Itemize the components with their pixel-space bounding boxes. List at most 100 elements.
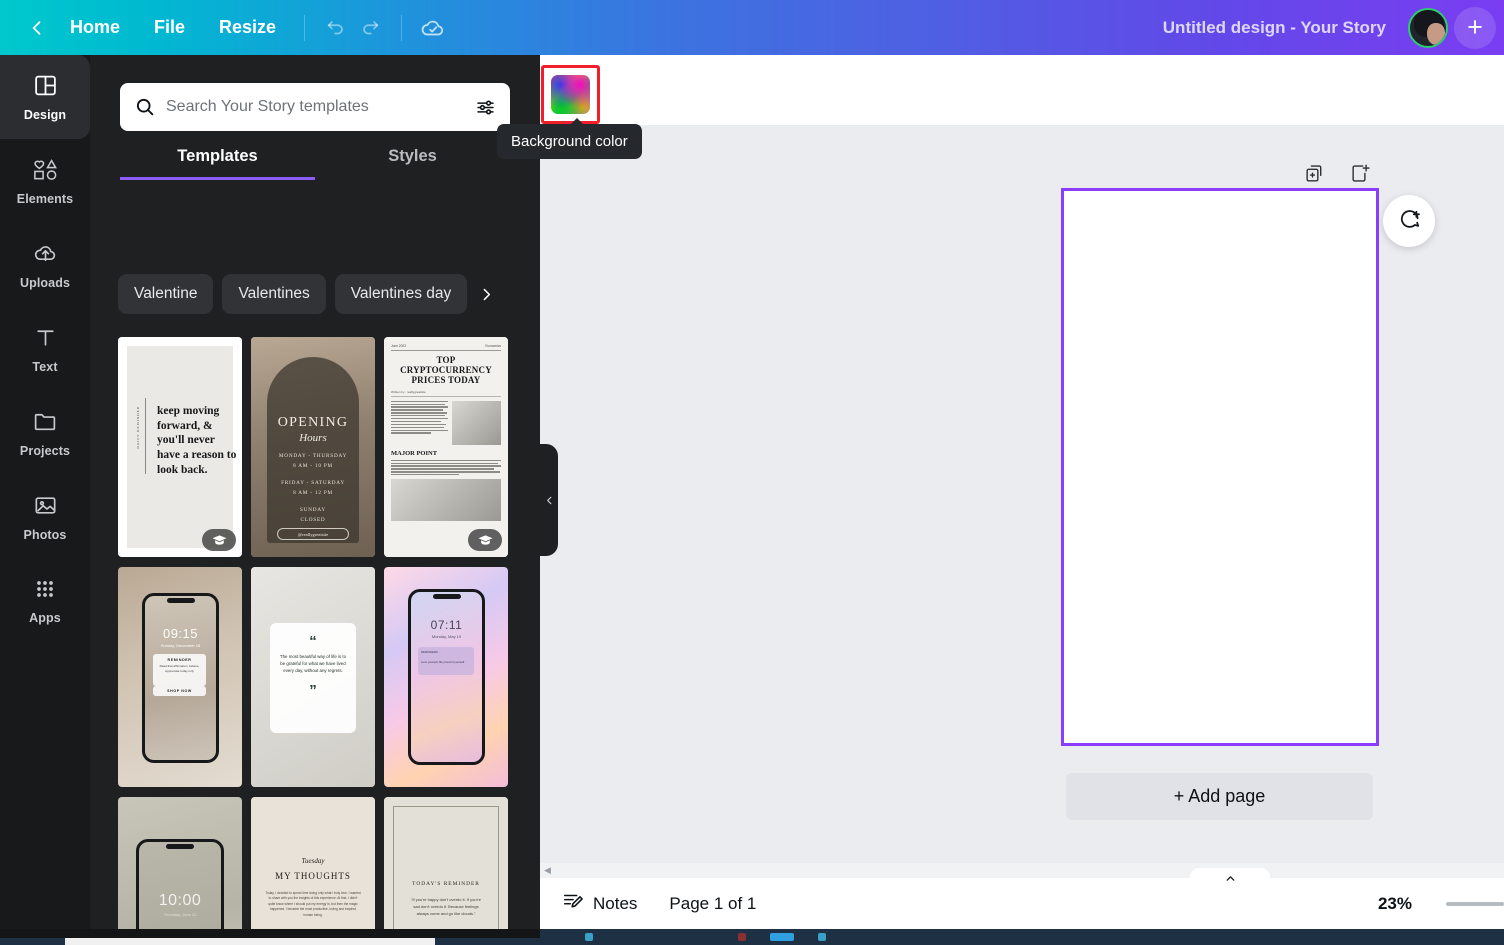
sidebar-item-design[interactable]: Design bbox=[0, 55, 90, 139]
design-title[interactable]: Untitled design - Your Story bbox=[1163, 18, 1386, 38]
sidebar-item-photos[interactable]: Photos bbox=[0, 475, 90, 559]
quote-mark-close: ” bbox=[309, 682, 317, 700]
toolbar-divider-1 bbox=[304, 14, 306, 41]
window-bottom-edge bbox=[0, 929, 540, 938]
template-card[interactable]: 07:11 Monday, May 19 REMINDERS Love your… bbox=[384, 567, 508, 787]
template-card[interactable]: June 2023 Economics TOP CRYPTOCURRENCY P… bbox=[384, 337, 508, 557]
template-image bbox=[391, 479, 501, 522]
page-indicator[interactable]: Page 1 of 1 bbox=[669, 894, 756, 914]
template-card-overlay: “ The most beautiful way of life is to b… bbox=[270, 623, 356, 733]
taskbar-icon[interactable] bbox=[738, 933, 746, 941]
template-card[interactable]: Tuesday MY THOUGHTS Today, I decided to … bbox=[251, 797, 375, 945]
template-date: Sunday, December 18 bbox=[160, 643, 201, 648]
search-icon bbox=[134, 96, 156, 118]
back-button[interactable] bbox=[24, 15, 50, 41]
add-comment-icon[interactable] bbox=[1383, 195, 1435, 247]
chip-valentines-day[interactable]: Valentines day bbox=[334, 274, 468, 314]
taskbar-icon[interactable] bbox=[585, 933, 593, 941]
template-title: MY THOUGHTS bbox=[275, 871, 351, 881]
template-card[interactable]: OPENING Hours MONDAY - THURSDAY 8 AM - 1… bbox=[251, 337, 375, 557]
template-time: 07:11 bbox=[430, 618, 463, 632]
template-section: MAJOR POINT bbox=[391, 449, 438, 457]
tab-templates[interactable]: Templates bbox=[120, 147, 315, 180]
sidebar-item-label: Design bbox=[23, 107, 67, 122]
panel-tabs: Templates Styles bbox=[120, 147, 510, 180]
add-page-icon[interactable] bbox=[1346, 159, 1374, 187]
photos-icon bbox=[33, 493, 58, 523]
duplicate-page-icon[interactable] bbox=[1300, 159, 1328, 187]
sidebar-item-label: Text bbox=[32, 359, 58, 374]
chip-valentines[interactable]: Valentines bbox=[222, 274, 326, 314]
sidebar-item-projects[interactable]: Projects bbox=[0, 391, 90, 475]
sidebar-item-label: Uploads bbox=[19, 275, 70, 290]
template-card[interactable]: 09:15 Sunday, December 18 REMINDER Read … bbox=[118, 567, 242, 787]
filter-sliders-icon[interactable] bbox=[468, 90, 502, 124]
avatar[interactable] bbox=[1408, 7, 1448, 48]
menu-home[interactable]: Home bbox=[56, 11, 134, 44]
template-handle: @reallygreatsite bbox=[277, 528, 349, 540]
template-body: “If you're happy don't overdo it. If you… bbox=[411, 897, 481, 916]
undo-icon[interactable] bbox=[319, 11, 353, 45]
search-input[interactable] bbox=[166, 98, 468, 116]
template-card[interactable]: TODAY'S REMINDER “If you're happy don't … bbox=[384, 797, 508, 945]
sidebar-item-text[interactable]: Text bbox=[0, 307, 90, 391]
template-notification: REMINDERS Love yourself, Be proud of you… bbox=[418, 647, 474, 675]
decor-notch bbox=[166, 844, 194, 849]
elements-icon bbox=[32, 157, 59, 187]
template-grid: DAILY REMINDER keep moving forward, & yo… bbox=[118, 337, 518, 945]
taskbar-icon[interactable] bbox=[818, 933, 826, 941]
sidebar-item-label: Apps bbox=[29, 611, 61, 625]
left-rail: Design Elements Uploads Text Projects Ph… bbox=[0, 55, 90, 945]
template-row: FRIDAY - SATURDAY bbox=[281, 480, 345, 486]
sidebar-item-uploads[interactable]: Uploads bbox=[0, 223, 90, 307]
template-date: Thursday, June 22 bbox=[163, 912, 197, 917]
add-collaborator-button[interactable]: + bbox=[1454, 6, 1496, 49]
template-headline: TOP CRYPTOCURRENCY PRICES TODAY bbox=[400, 355, 492, 385]
background-color-button[interactable] bbox=[551, 75, 590, 114]
menu-resize[interactable]: Resize bbox=[205, 11, 290, 44]
scroll-left-arrow-icon[interactable]: ◀ bbox=[544, 865, 551, 876]
decor-arch bbox=[267, 357, 359, 543]
chip-valentine[interactable]: Valentine bbox=[118, 274, 214, 314]
kicker-right: Economics bbox=[485, 344, 501, 348]
add-page-button[interactable]: + Add page bbox=[1066, 773, 1373, 820]
taskbar-icon[interactable] bbox=[770, 933, 794, 941]
sidebar-item-label: Elements bbox=[16, 191, 74, 206]
sidebar-item-label: Photos bbox=[23, 527, 67, 542]
template-row: 8 AM - 10 PM bbox=[293, 463, 333, 469]
template-card[interactable]: 10:00 Thursday, June 22 REMINDER You hav… bbox=[118, 797, 242, 945]
redo-icon[interactable] bbox=[353, 11, 387, 45]
template-row: 8 AM - 12 PM bbox=[293, 490, 333, 496]
design-icon bbox=[33, 73, 58, 103]
cloud-saved-icon[interactable] bbox=[416, 11, 450, 45]
template-card[interactable]: “ The most beautiful way of life is to b… bbox=[251, 567, 375, 787]
editor-canvas-area: + Add page bbox=[540, 55, 1504, 945]
horizontal-scrollbar[interactable]: ◀ bbox=[540, 863, 1504, 878]
tab-styles[interactable]: Styles bbox=[315, 147, 510, 180]
chevron-right-icon[interactable] bbox=[476, 286, 495, 303]
template-cursive: Tuesday bbox=[301, 857, 325, 865]
template-card[interactable]: DAILY REMINDER keep moving forward, & yo… bbox=[118, 337, 242, 557]
template-body: Today, I decided to spend time doing onl… bbox=[265, 891, 361, 917]
sidebar-item-apps[interactable]: Apps bbox=[0, 559, 90, 643]
card-lines: Read that affirmation, believe, Apprecia… bbox=[159, 664, 200, 673]
background-color-tooltip: Background color bbox=[497, 118, 642, 159]
notes-icon bbox=[562, 890, 584, 917]
template-time: 10:00 bbox=[158, 892, 202, 909]
design-page[interactable] bbox=[1061, 188, 1379, 746]
zoom-level[interactable]: 23% bbox=[1378, 894, 1412, 914]
zoom-slider[interactable] bbox=[1446, 901, 1504, 906]
menu-file[interactable]: File bbox=[140, 11, 199, 44]
template-row: SUNDAY bbox=[300, 507, 326, 513]
template-title: TODAY'S REMINDER bbox=[412, 881, 480, 887]
collapse-panel-handle[interactable] bbox=[540, 444, 558, 556]
text-column bbox=[391, 459, 501, 476]
notes-button[interactable]: Notes bbox=[562, 890, 637, 917]
uploads-icon bbox=[32, 241, 59, 271]
sidebar-item-elements[interactable]: Elements bbox=[0, 139, 90, 223]
graduation-cap-icon bbox=[468, 529, 502, 551]
expand-panel-button[interactable] bbox=[1190, 868, 1270, 888]
template-card-overlay: REMINDER Read that affirmation, believe,… bbox=[153, 654, 206, 686]
decor-frame: TODAY'S REMINDER “If you're happy don't … bbox=[393, 806, 499, 945]
template-title: OPENING bbox=[277, 415, 349, 430]
